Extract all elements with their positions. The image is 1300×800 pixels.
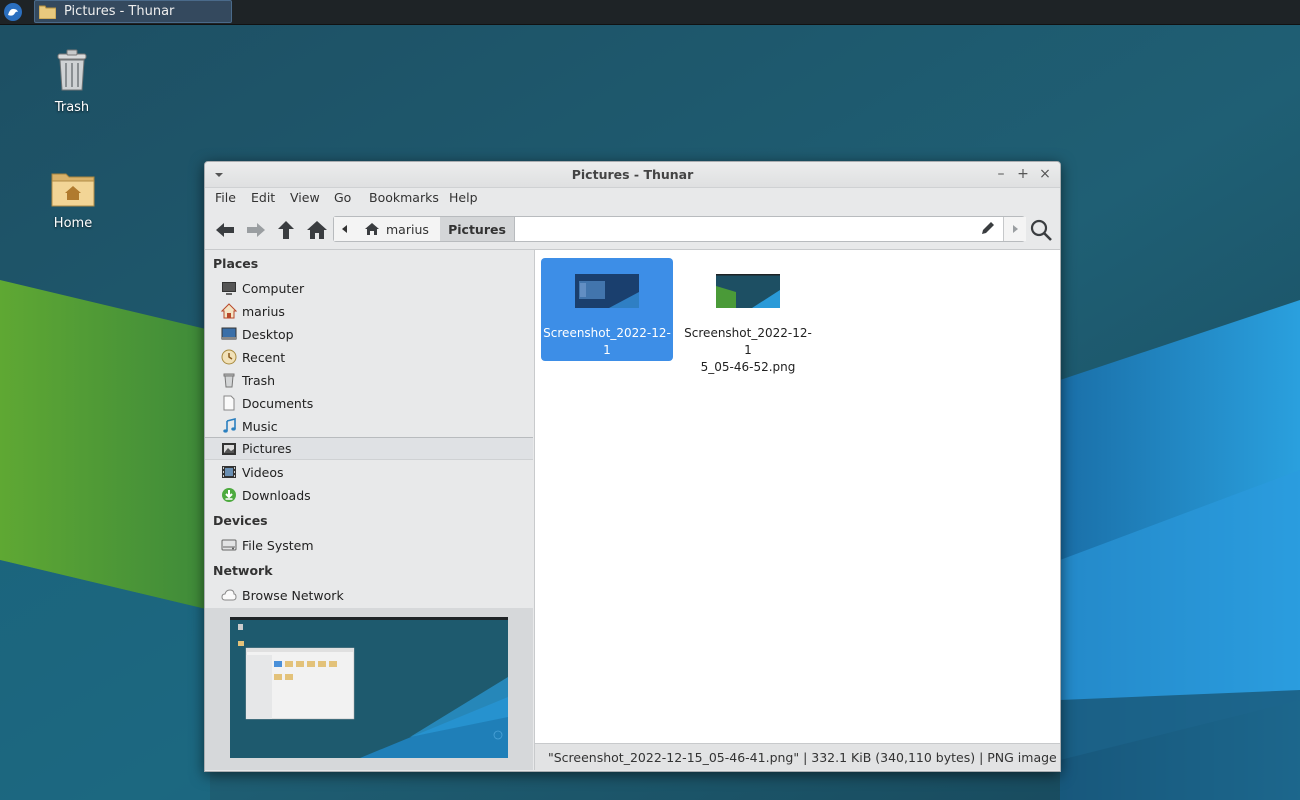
up-icon[interactable] xyxy=(274,218,298,242)
location-bar: marius Pictures xyxy=(333,216,1026,242)
edit-location-button[interactable] xyxy=(974,217,1002,241)
menu-view[interactable]: View xyxy=(290,190,320,205)
sidebar-item-music[interactable]: Music xyxy=(205,415,533,437)
sidebar-item-desktop[interactable]: Desktop xyxy=(205,323,533,345)
desktop-icon-home[interactable]: Home xyxy=(33,168,113,231)
music-icon xyxy=(223,418,236,433)
videos-icon xyxy=(222,466,236,478)
title-bar[interactable]: Pictures - Thunar – + × xyxy=(205,162,1060,188)
path-scroll-left-button[interactable] xyxy=(334,217,357,241)
taskbar-button-thunar[interactable]: Pictures - Thunar xyxy=(34,0,232,23)
sidebar-item-label: Documents xyxy=(242,395,314,411)
menu-file[interactable]: File xyxy=(215,190,236,205)
forward-icon[interactable] xyxy=(244,218,268,242)
sidebar-item-trash[interactable]: Trash xyxy=(205,369,533,391)
file-item[interactable]: Screenshot_2022-12-1 5_05-46-41.png xyxy=(541,258,673,374)
status-text: "Screenshot_2022-12-15_05-46-41.png" | 3… xyxy=(548,750,1057,765)
sidebar-item-pictures[interactable]: Pictures xyxy=(205,437,533,460)
menu-help[interactable]: Help xyxy=(449,190,478,205)
trash-icon xyxy=(57,49,87,91)
desktop-icon xyxy=(221,327,237,340)
sidebar-item-label: Recent xyxy=(242,349,286,365)
home-icon xyxy=(221,303,237,319)
section-devices: Devices xyxy=(213,513,268,528)
sidebar-item-label: Downloads xyxy=(242,487,311,503)
image-preview-thumbnail xyxy=(230,617,508,758)
home-folder-icon xyxy=(51,173,95,207)
file-name-line-2: 5_05-46-41.png xyxy=(559,360,655,374)
home-icon[interactable] xyxy=(305,218,329,242)
file-name-line-1: Screenshot_2022-12-1 xyxy=(543,326,671,357)
sidebar-item-documents[interactable]: Documents xyxy=(205,392,533,414)
search-icon[interactable] xyxy=(1029,218,1053,242)
section-network: Network xyxy=(213,563,273,578)
desktop-icon-label: Home xyxy=(53,216,93,231)
sidebar-item-label: Music xyxy=(242,418,278,434)
back-icon[interactable] xyxy=(213,218,237,242)
pictures-icon xyxy=(222,442,236,455)
toolbar: marius Pictures xyxy=(205,212,1060,246)
file-view[interactable]: Screenshot_2022-12-1 5_05-46-41.png Scre… xyxy=(535,249,1060,744)
sidebar-item-label: Computer xyxy=(242,280,305,296)
recent-icon xyxy=(221,349,237,365)
breadcrumb-marius[interactable]: marius xyxy=(356,217,441,241)
file-name-line-2: 5_05-46-52.png xyxy=(700,360,796,374)
sidebar-item-file-system[interactable]: File System xyxy=(205,534,533,556)
sidebar-item-label: Pictures xyxy=(242,441,292,456)
sidebar-item-videos[interactable]: Videos xyxy=(205,461,533,483)
sidebar-item-label: Videos xyxy=(242,464,284,480)
section-places: Places xyxy=(213,256,259,271)
maximize-button[interactable]: + xyxy=(1015,166,1031,182)
downloads-icon xyxy=(222,488,236,502)
breadcrumb-label: Pictures xyxy=(448,221,506,237)
taskbar-button-label: Pictures - Thunar xyxy=(64,4,175,19)
sidebar-item-label: File System xyxy=(242,537,314,553)
chevron-left-icon xyxy=(342,225,347,233)
sidebar-item-recent[interactable]: Recent xyxy=(205,346,533,368)
sidebar-item-label: Desktop xyxy=(242,326,294,342)
breadcrumb-label: marius xyxy=(386,221,429,237)
sidebar-item-marius[interactable]: marius xyxy=(205,300,533,322)
desktop-icon-label: Trash xyxy=(54,100,90,115)
thunar-window: Pictures - Thunar – + × File Edit View G… xyxy=(204,161,1061,772)
sidebar-item-browse-network[interactable]: Browse Network xyxy=(205,584,533,606)
image-preview-pane xyxy=(205,608,533,770)
sidebar-item-label: Browse Network xyxy=(242,587,344,603)
sidebar-item-label: marius xyxy=(242,303,285,319)
sidebar: Places Computer marius Desktop Recent Tr… xyxy=(205,249,535,770)
image-thumbnail xyxy=(575,274,639,308)
path-scroll-right-button[interactable] xyxy=(1003,217,1026,241)
breadcrumb-pictures[interactable]: Pictures xyxy=(440,217,515,241)
desktop-icon-trash[interactable]: Trash xyxy=(32,48,112,115)
menu-go[interactable]: Go xyxy=(334,190,351,205)
menu-edit[interactable]: Edit xyxy=(251,190,275,205)
file-name-line-1: Screenshot_2022-12-1 xyxy=(684,326,812,357)
home-icon xyxy=(365,223,379,235)
status-bar: "Screenshot_2022-12-15_05-46-41.png" | 3… xyxy=(535,743,1060,770)
cloud-icon xyxy=(221,589,237,601)
drive-icon xyxy=(221,539,237,551)
minimize-button[interactable]: – xyxy=(993,166,1009,182)
pencil-icon xyxy=(982,222,994,234)
computer-icon xyxy=(222,282,236,295)
close-button[interactable]: × xyxy=(1037,166,1053,182)
whisker-menu-icon[interactable] xyxy=(3,2,23,22)
menu-bar: File Edit View Go Bookmarks Help xyxy=(205,187,1060,209)
image-thumbnail xyxy=(716,274,780,308)
file-name: Screenshot_2022-12-1 5_05-46-41.png xyxy=(541,325,673,376)
trash-icon xyxy=(223,373,235,388)
menu-bookmarks[interactable]: Bookmarks xyxy=(369,190,439,205)
sidebar-item-label: Trash xyxy=(242,372,276,388)
sidebar-item-downloads[interactable]: Downloads xyxy=(205,484,533,506)
top-panel: Pictures - Thunar xyxy=(0,0,1300,25)
window-title: Pictures - Thunar xyxy=(571,167,694,182)
folder-icon xyxy=(39,5,56,19)
file-item[interactable]: Screenshot_2022-12-1 5_05-46-52.png xyxy=(682,258,814,374)
chevron-right-icon xyxy=(1013,225,1018,233)
document-icon xyxy=(223,395,235,411)
sidebar-item-computer[interactable]: Computer xyxy=(205,277,533,299)
file-name: Screenshot_2022-12-1 5_05-46-52.png xyxy=(682,325,814,376)
